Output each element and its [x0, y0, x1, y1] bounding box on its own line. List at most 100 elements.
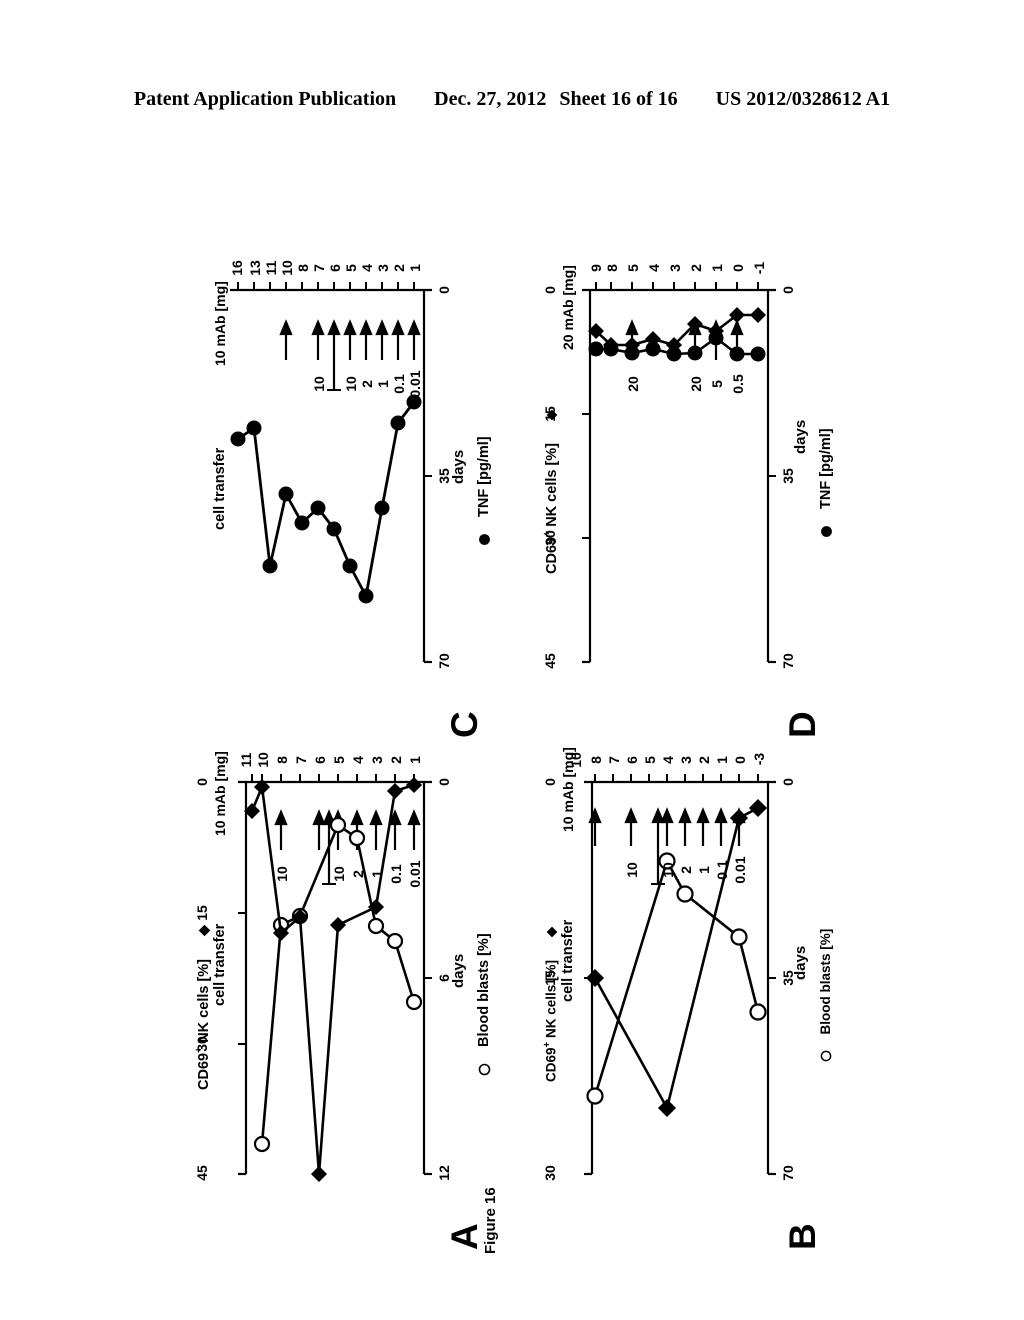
panel-d-x-tick-0: 0 — [730, 264, 746, 272]
page-header: Patent Application Publication Dec. 27, … — [0, 88, 1024, 111]
panel-c-x-tick-13: 13 — [247, 260, 263, 276]
panel-c-y-tick-70: 70 — [436, 653, 452, 669]
panel-a-x-tick-6: 6 — [312, 756, 328, 764]
panel-b-x-tick-5: 5 — [642, 756, 658, 764]
panel-a-x-tick-5: 5 — [331, 756, 347, 764]
panel-d-y-label-text: TNF [pg/ml] — [818, 428, 834, 509]
panel-b-y2-tick-15: 15 — [542, 970, 558, 986]
panel-d: D CD69+ NK cells [%] TNF [pg/ml] 20 mAb … — [542, 260, 842, 738]
panel-a-x-tick-2: 2 — [388, 756, 404, 764]
panel-a-y2-tick-15: 15 — [194, 905, 210, 921]
panel-a-y-tick-12: 12 — [436, 1165, 452, 1181]
panel-a-y2-ticks — [238, 912, 246, 1045]
panel-b-dose-4: 10 — [660, 862, 676, 878]
panel-a-letter: A — [444, 1223, 485, 1250]
filled-circle-icon — [478, 534, 490, 545]
panel-a-x-tick-8: 8 — [274, 756, 290, 764]
panel-c-x-tick-2: 2 — [391, 264, 407, 272]
panel-b-x-tick-m3: -3 — [751, 752, 767, 766]
panel-a-x-ticks — [251, 774, 415, 782]
panel-c-y-tick-35: 35 — [436, 468, 452, 484]
panel-c-dose-3: 2 — [359, 380, 375, 388]
panel-b-y-tick-35: 35 — [780, 970, 796, 986]
panel-b-axes — [584, 780, 776, 1176]
panel-c-x-tick-8: 8 — [295, 264, 311, 272]
panel-c-circle-markers — [230, 394, 422, 604]
panel-c-dose-1: 0.1 — [391, 374, 407, 394]
panel-b-y-label-text: Blood blasts [%] — [818, 928, 833, 1035]
panel-c-dose-5: 10 — [311, 376, 327, 392]
header-publication: Patent Application Publication — [133, 88, 397, 110]
panel-a-x-tick-11: 11 — [238, 752, 254, 768]
header-date: Dec. 27, 2012 — [434, 88, 547, 110]
panel-d-y2-ticks — [582, 413, 590, 539]
filled-circle-icon — [820, 526, 832, 537]
panel-c: C TNF [pg/ml] 10 mAb [mg] cell transfer … — [212, 260, 504, 738]
panel-b-y-tick-0: 0 — [780, 778, 796, 786]
panel-a-dose-0: 0.01 — [407, 860, 423, 888]
panel-b-x-tick-10: 10 — [568, 752, 584, 768]
panel-c-dose-arrows — [279, 319, 421, 360]
panel-c-x-ticks — [237, 282, 415, 290]
panel-d-x-ticks — [595, 282, 759, 290]
panel-b: B CD69+ NK cells [%] Blood blasts [%] 10… — [542, 747, 842, 1250]
panel-c-x-tick-10: 10 — [279, 260, 295, 276]
panel-b-x-ticks — [594, 774, 759, 782]
panel-a-dose-2: 1 — [369, 870, 385, 878]
panel-a-x-tick-7: 7 — [293, 756, 309, 764]
panel-c-dose-2: 1 — [375, 380, 391, 388]
panel-b-x-tick-2: 2 — [696, 756, 712, 764]
panel-a-secondary-axis-title: CD69+ NK cells [%] — [194, 924, 212, 1090]
open-circle-icon — [821, 1050, 832, 1062]
panel-c-primary-axis-title: TNF [pg/ml] — [476, 436, 492, 546]
panel-c-cell-transfer-arrow — [327, 319, 341, 391]
panel-b-dose-2: 1 — [696, 866, 712, 874]
panel-c-x-tick-1: 1 — [407, 264, 423, 272]
panel-a-y2-tick-0: 0 — [194, 778, 210, 786]
panel-a-y-tick-6: 6 — [436, 974, 452, 982]
panel-c-y-label-text: TNF [pg/ml] — [476, 436, 492, 517]
panel-d-y-tick-35: 35 — [780, 468, 796, 484]
panel-b-primary-axis-title: Blood blasts [%] — [818, 929, 833, 1062]
panel-d-plot — [582, 282, 776, 664]
panel-b-x-tick-7: 7 — [606, 756, 622, 764]
panel-d-y-tick-70: 70 — [780, 653, 796, 669]
panel-c-x-tick-11: 11 — [263, 260, 279, 276]
panel-b-x-tick-3: 3 — [678, 756, 694, 764]
panel-d-x-tick-m1: -1 — [751, 261, 767, 275]
panel-d-x-tick-4: 4 — [646, 264, 662, 272]
panel-b-dose-3: 2 — [678, 866, 694, 874]
panel-a-y-label-text: Blood blasts [%] — [476, 933, 492, 1047]
panel-b-x-tick-1: 1 — [714, 756, 730, 764]
panel-a-plot — [238, 774, 432, 1183]
panel-d-x-tick-9: 9 — [588, 264, 604, 272]
panel-b-x-tick-4: 4 — [660, 756, 676, 764]
panel-a-y2-tick-45: 45 — [194, 1165, 210, 1181]
panel-d-y2-tick-30: 30 — [542, 530, 558, 546]
panel-b-dose-1: 0.1 — [714, 860, 730, 880]
panel-a-x-tick-3: 3 — [369, 756, 385, 764]
panel-a-x-tick-1: 1 — [407, 756, 423, 764]
panel-d-x-tick-1: 1 — [709, 264, 725, 272]
panel-a-dose-3: 2 — [350, 870, 366, 878]
panel-c-plot — [230, 282, 432, 664]
panel-d-y2-tick-0: 0 — [542, 286, 558, 294]
panel-a-y2-tick-30: 30 — [194, 1036, 210, 1052]
panel-a-dose-4: 10 — [331, 866, 347, 882]
panel-b-y2-label-text: CD69 — [543, 1047, 559, 1082]
panel-b-dose-arrows — [588, 807, 746, 846]
panel-c-x-tick-4: 4 — [359, 264, 375, 272]
panel-a-x-tick-10: 10 — [255, 752, 271, 768]
panel-b-x-tick-0: 0 — [732, 756, 748, 764]
panel-b-plot — [584, 774, 776, 1176]
panel-c-x-tick-16: 16 — [229, 260, 245, 276]
panel-d-y-tick-0: 0 — [780, 286, 796, 294]
panel-d-y2-tick-45: 45 — [542, 653, 558, 669]
panel-b-dose-0: 0.01 — [732, 856, 748, 884]
panel-b-dose-5: 10 — [624, 862, 640, 878]
open-circle-icon — [478, 1063, 490, 1076]
panel-c-y-tick-0: 0 — [436, 286, 452, 294]
panel-d-dose-2: 20 — [688, 376, 704, 392]
header-docnumber: US 2012/0328612 A1 — [715, 88, 891, 110]
panel-d-dose-0: 0.5 — [730, 374, 746, 394]
